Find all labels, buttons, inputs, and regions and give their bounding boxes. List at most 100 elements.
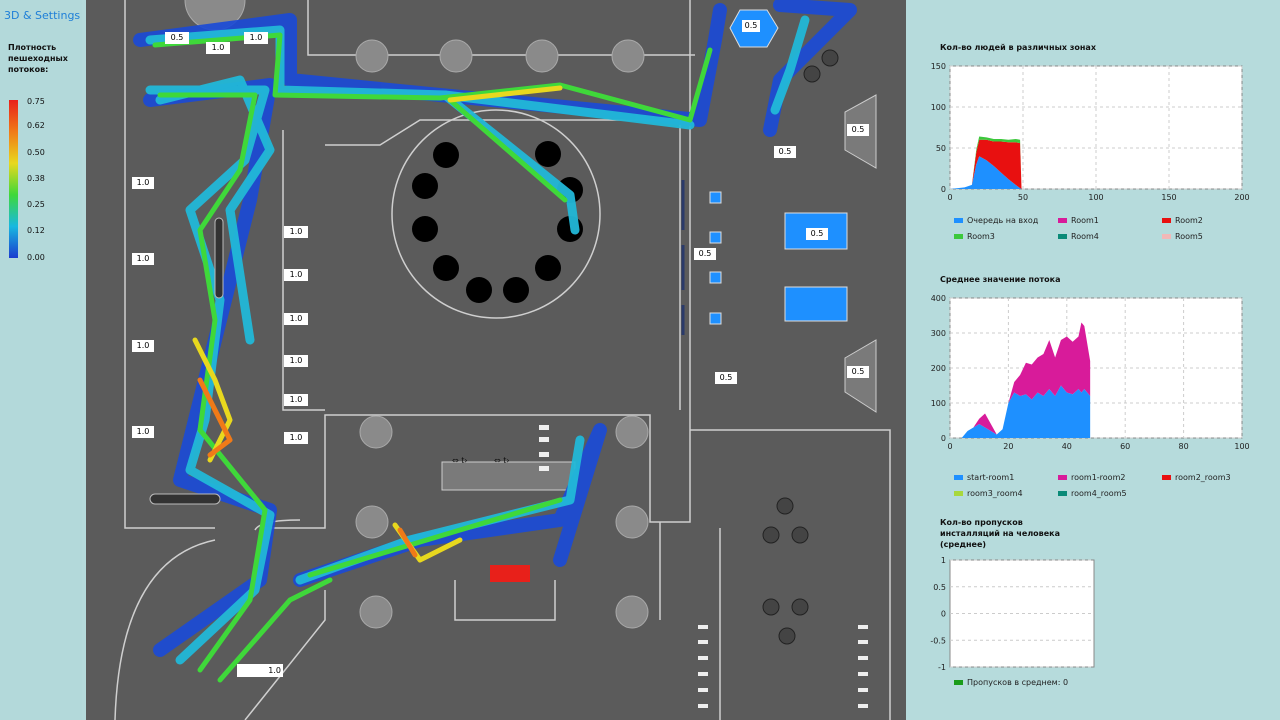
map-sign: 0.5 [774,146,796,158]
chart1-legend-item: Room3 [954,232,995,241]
map-sign: 1.0 [284,394,308,406]
map-sign: 1.0 [132,253,154,265]
legend-label: Room2 [1175,216,1203,225]
legend-label: Пропусков в среднем: 0 [967,678,1069,687]
chart1-legend-item: Очередь на вход [954,216,1038,225]
chart3-title: Кол-во пропусков инсталляций на человека… [940,518,1060,549]
x-tick-label: 60 [1120,442,1130,451]
y-tick-label: 400 [931,294,946,303]
flow-heatmap [133,0,857,683]
map-sign: 1.0 [284,226,308,238]
legend-label: room4_room5 [1071,489,1127,498]
chart2-title: Среднее значение потока [940,275,1061,284]
legend-swatch [1058,491,1067,496]
legend-swatch [1058,234,1067,239]
chart1-title: Кол-во людей в различных зонах [940,43,1096,52]
floor-plan-map[interactable]: 0.5 1.0 1.0 0.5 0.5 0.5 0.5 0.5 0.5 0.5 … [86,0,906,720]
statistics-panel: Кол-во людей в различных зонах 0 50 100 150… [906,0,1280,720]
x-tick-label: 80 [1179,442,1189,451]
y-tick-label: 50 [936,144,946,153]
map-sign: 1.0 [284,355,308,367]
legend-label: room3_room4 [967,489,1023,498]
legend-swatch [954,218,963,223]
legend-label: room2_room3 [1175,473,1231,482]
density-tick: 0.50 [27,148,45,157]
density-tick: 0.75 [27,97,45,106]
legend-swatch [954,475,963,480]
y-tick-label: 150 [931,62,946,71]
legend-swatch [1162,475,1171,480]
installation-circles [412,141,583,303]
x-tick-label: 50 [1018,193,1028,202]
floor-plan-svg [114,0,891,720]
legend-label: start-room1 [967,473,1015,482]
map-sign: 0.5 [847,124,869,136]
map-sign: 0.5 [165,32,189,44]
map-sign: 0.5 [806,228,828,240]
map-sign: 1.0 [284,269,308,281]
legend-swatch [954,491,963,496]
x-tick-label: 100 [1088,193,1103,202]
turnstile-label: ⇔ t› [494,456,510,465]
map-sign: 1.0 [244,32,268,44]
density-color-bar [9,100,18,258]
legend-label: Очередь на вход [967,216,1039,225]
x-tick-label: 200 [1234,193,1249,202]
density-legend-title: Плотность пешеходных потоков: [8,43,68,74]
chart1-legend-item: Room4 [1058,232,1099,241]
chart1-svg: 0 50 100 150 0 50 100 150 200 [931,62,1250,202]
map-sign: 1.0 [132,177,154,189]
x-tick-label: 0 [947,442,952,451]
y-tick-label: -1 [938,663,946,672]
map-sign: 0.5 [694,248,716,260]
settings-link[interactable]: 3D & Settings [4,9,80,22]
chart2-svg: 0 100 200 300 400 0 20 40 60 80 100 [931,294,1250,451]
chart2-legend-item: room2_room3 [1162,473,1231,482]
density-tick: 0.12 [27,226,45,235]
map-sign: 0.5 [715,372,737,384]
legend-swatch [1058,475,1067,480]
chart1-legend-item: Room2 [1162,216,1203,225]
chart1-legend-item: Room5 [1162,232,1203,241]
chart3-legend-item: Пропусков в среднем: 0 [954,678,1068,687]
x-tick-label: 40 [1062,442,1072,451]
y-tick-label: 0.5 [933,583,946,592]
legend-swatch [954,680,963,685]
y-tick-label: 0 [941,434,946,443]
map-sign: 1.0 [284,313,308,325]
y-tick-label: 100 [931,399,946,408]
legend-swatch [1162,218,1171,223]
x-tick-label: 150 [1161,193,1176,202]
chart2-legend-item: room4_room5 [1058,489,1127,498]
legend-swatch [1058,218,1067,223]
map-sign: 0.5 [847,366,869,378]
legend-swatch [954,234,963,239]
map-sign: 1.0 [132,426,154,438]
x-tick-label: 20 [1003,442,1013,451]
chart2-legend-item: room1-room2 [1058,473,1125,482]
y-tick-label: 300 [931,329,946,338]
legend-label: room1-room2 [1071,473,1126,482]
y-tick-label: -0.5 [930,636,946,645]
x-tick-label: 100 [1234,442,1249,451]
map-sign: 1.0 [237,664,283,677]
density-tick: 0.38 [27,174,45,183]
map-sign: 1.0 [284,432,308,444]
chart2-legend-item: start-room1 [954,473,1014,482]
map-sign: 1.0 [132,340,154,352]
y-tick-label: 100 [931,103,946,112]
small-posts [762,49,839,645]
y-tick-label: 200 [931,364,946,373]
density-tick: 0.25 [27,200,45,209]
chart3-svg: 1 0.5 0 -0.5 -1 [930,556,1095,672]
x-tick-label: 0 [947,193,952,202]
legend-label: Room4 [1071,232,1099,241]
y-tick-label: 0 [941,610,946,619]
legend-label: Room5 [1175,232,1203,241]
legend-label: Room1 [1071,216,1099,225]
chart1-legend-item: Room1 [1058,216,1099,225]
y-tick-label: 0 [941,185,946,194]
y-tick-label: 1 [941,556,946,565]
density-tick: 0.62 [27,121,45,130]
map-sign: 0.5 [742,20,760,32]
